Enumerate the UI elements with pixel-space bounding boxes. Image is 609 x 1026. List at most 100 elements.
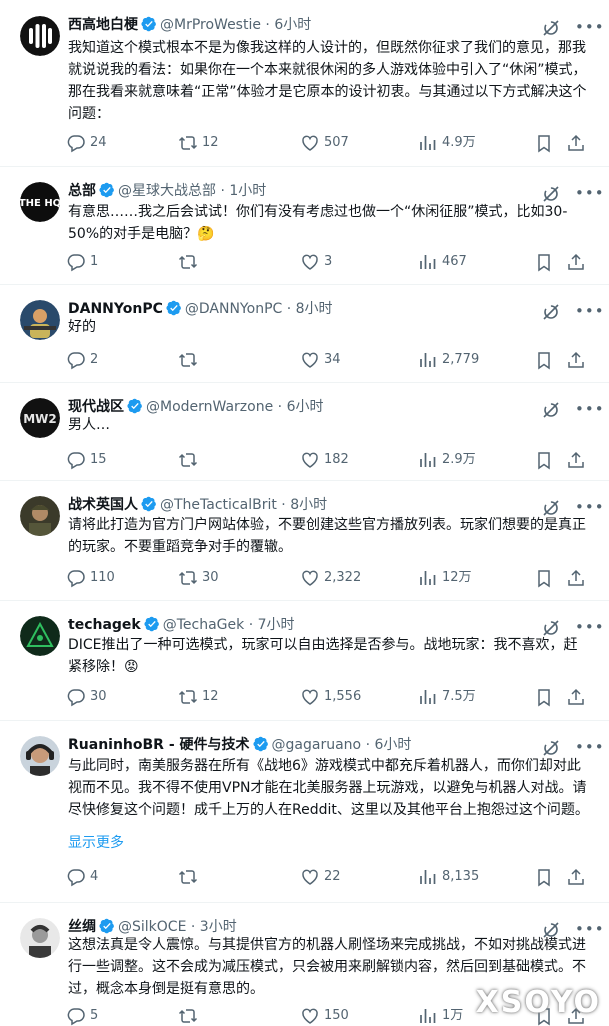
timestamp[interactable]: 6小时: [287, 399, 324, 415]
tweet-header: 总部 @星球大战总部 · 1小时: [68, 180, 551, 202]
timestamp[interactable]: 3小时: [200, 919, 237, 935]
reply-count: 30: [90, 689, 107, 704]
user-handle[interactable]: @DANNYonPC: [185, 301, 282, 317]
timestamp[interactable]: 7小时: [258, 617, 295, 633]
like-count: 182: [324, 452, 349, 467]
tweet-text: DICE推出了一种可选模式，玩家可以自由选择是否参与。战地玩家：我不喜欢，赶紧移…: [68, 637, 578, 675]
display-name[interactable]: 总部: [68, 183, 96, 199]
timestamp[interactable]: 8小时: [290, 497, 327, 513]
avatar[interactable]: [20, 496, 60, 536]
separator: ·: [190, 919, 196, 935]
retweet-icon: [178, 450, 198, 470]
show-more-link[interactable]: 显示更多: [68, 832, 124, 854]
tweet[interactable]: 西高地白梗 @MrProWestie · 6小时 ••• 我知道这个模式根本不是为…: [0, 0, 609, 167]
grok-icon[interactable]: [541, 18, 561, 38]
retweet-icon: [178, 252, 198, 272]
view-count: 2,779: [442, 352, 480, 367]
tweet[interactable]: MW2 现代战区 @ModernWarzone · 6小时 ••• 男人… 15 …: [0, 382, 609, 481]
separator: ·: [286, 301, 292, 317]
bookmark-icon: [534, 450, 554, 470]
retweet-icon: [178, 350, 198, 370]
bookmark-icon: [534, 687, 554, 707]
like-count: 507: [324, 135, 349, 150]
separator: ·: [365, 737, 371, 753]
share-icon: [566, 867, 586, 887]
views-icon: [418, 252, 438, 272]
bookmark-icon: [534, 252, 554, 272]
avatar[interactable]: [20, 16, 60, 56]
tweet[interactable]: 战术英国人 @TheTacticalBrit · 8小时 ••• 请将此打造为官方…: [0, 480, 609, 601]
retweet-count: 12: [202, 689, 219, 704]
display-name[interactable]: 丝绸: [68, 919, 96, 935]
separator: ·: [248, 617, 254, 633]
retweet-icon: [178, 867, 198, 887]
retweet-icon: [178, 133, 198, 153]
view-count: 4.9万: [442, 135, 476, 150]
action-bar: 24 12 507 4.9万: [66, 133, 591, 153]
like-count: 150: [324, 1008, 349, 1023]
bookmark-icon: [534, 867, 554, 887]
share-icon: [566, 350, 586, 370]
tweet-header: 战术英国人 @TheTacticalBrit · 8小时: [68, 494, 551, 516]
reply-count: 4: [90, 869, 99, 884]
share-icon: [566, 133, 586, 153]
avatar[interactable]: THE HQ: [20, 182, 60, 222]
view-count: 12万: [442, 570, 472, 585]
action-bar: 2 34 2,779: [66, 350, 591, 370]
share-icon: [566, 687, 586, 707]
retweet-icon: [178, 568, 198, 588]
like-icon: [300, 867, 320, 887]
retweet-count: 12: [202, 135, 219, 150]
tweet[interactable]: techagek @TechaGek · 7小时 ••• DICE推出了一种可选模…: [0, 600, 609, 721]
action-bar: 110 30 2,322 12万: [66, 568, 591, 588]
timestamp[interactable]: 6小时: [274, 17, 311, 33]
verified-badge-icon: [99, 918, 115, 934]
tweet[interactable]: RuaninhoBR - 硬件与技术 @gagaruano · 6小时 ••• 与…: [0, 720, 609, 903]
tweet-text: 我知道这个模式根本不是为像我这样的人设计的，但既然你征求了我们的意见，那我就说说…: [68, 40, 587, 122]
user-handle[interactable]: @SilkOCE: [118, 919, 186, 935]
retweet-icon: [178, 1006, 198, 1026]
tweet[interactable]: THE HQ 总部 @星球大战总部 · 1小时 ••• 有意思……我之后会试试！你…: [0, 166, 609, 285]
avatar[interactable]: MW2: [20, 398, 60, 438]
action-bar: 4 22 8,135: [66, 867, 591, 887]
like-count: 22: [324, 869, 341, 884]
like-count: 1,556: [324, 689, 362, 704]
avatar[interactable]: [20, 736, 60, 776]
view-count: 8,135: [442, 869, 480, 884]
tweet-text: 有意思……我之后会试试！你们有没有考虑过也做一个“休闲征服”模式，比如30-50…: [68, 204, 568, 242]
reply-icon: [66, 350, 86, 370]
display-name[interactable]: 现代战区: [68, 399, 124, 415]
action-bar: 15 182 2.9万: [66, 450, 591, 470]
timestamp[interactable]: 8小时: [296, 301, 333, 317]
display-name[interactable]: DANNYonPC: [68, 301, 163, 317]
avatar[interactable]: [20, 300, 60, 340]
display-name[interactable]: 战术英国人: [68, 497, 138, 513]
retweet-icon: [178, 687, 198, 707]
share-icon: [566, 568, 586, 588]
display-name[interactable]: RuaninhoBR - 硬件与技术: [68, 737, 250, 753]
timestamp[interactable]: 1小时: [229, 183, 266, 199]
more-icon[interactable]: •••: [575, 18, 604, 38]
tweet[interactable]: DANNYonPC @DANNYonPC · 8小时 ••• 好的 2 34 2,…: [0, 284, 609, 383]
reply-icon: [66, 687, 86, 707]
verified-badge-icon: [144, 616, 160, 632]
user-handle[interactable]: @gagaruano: [272, 737, 362, 753]
like-count: 3: [324, 254, 333, 269]
reply-icon: [66, 450, 86, 470]
user-handle[interactable]: @星球大战总部: [118, 183, 216, 199]
user-handle[interactable]: @MrProWestie: [160, 17, 261, 33]
user-handle[interactable]: @ModernWarzone: [146, 399, 273, 415]
avatar[interactable]: [20, 918, 60, 958]
display-name[interactable]: 西高地白梗: [68, 17, 138, 33]
user-handle[interactable]: @TheTacticalBrit: [160, 497, 277, 513]
user-handle[interactable]: @TechaGek: [163, 617, 245, 633]
views-icon: [418, 867, 438, 887]
avatar[interactable]: [20, 616, 60, 656]
timestamp[interactable]: 6小时: [374, 737, 411, 753]
verified-badge-icon: [166, 300, 182, 316]
tweet-header: RuaninhoBR - 硬件与技术 @gagaruano · 6小时: [68, 734, 551, 756]
display-name[interactable]: techagek: [68, 617, 141, 633]
views-icon: [418, 1006, 438, 1026]
views-icon: [418, 350, 438, 370]
like-icon: [300, 133, 320, 153]
